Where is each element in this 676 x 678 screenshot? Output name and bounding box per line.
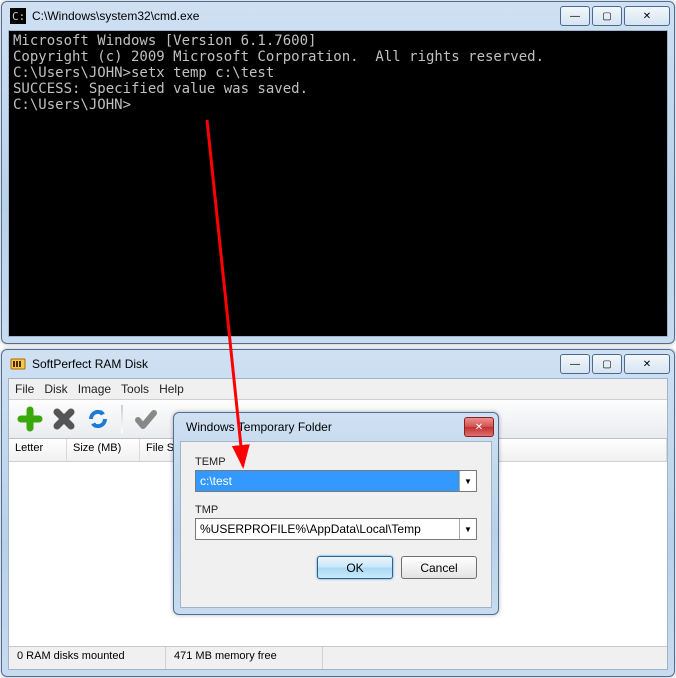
menubar: File Disk Image Tools Help (9, 379, 667, 400)
dialog-titlebar[interactable]: Windows Temporary Folder ✕ (174, 413, 498, 441)
status-mounted: 0 RAM disks mounted (9, 647, 166, 669)
cmd-line: C:\Users\JOHN>setx temp c:\test (13, 65, 663, 81)
maximize-button[interactable]: ▢ (592, 6, 622, 26)
chevron-down-icon[interactable]: ▼ (459, 519, 476, 539)
column-letter[interactable]: Letter (9, 439, 67, 461)
dialog-body: TEMP ▼ TMP ▼ OK Cancel (180, 441, 492, 608)
add-button[interactable] (15, 404, 45, 434)
cmd-terminal[interactable]: Microsoft Windows [Version 6.1.7600] Cop… (8, 30, 668, 337)
tmp-label: TMP (195, 504, 477, 516)
menu-tools[interactable]: Tools (121, 382, 149, 396)
chevron-down-icon[interactable]: ▼ (459, 471, 476, 491)
maximize-button[interactable]: ▢ (592, 354, 622, 374)
temp-combobox[interactable]: ▼ (195, 470, 477, 492)
check-button[interactable] (131, 404, 161, 434)
cancel-button[interactable]: Cancel (401, 556, 477, 579)
delete-button[interactable] (49, 404, 79, 434)
column-size[interactable]: Size (MB) (67, 439, 140, 461)
cmd-icon: C:\ (10, 8, 26, 24)
svg-text:C:\: C:\ (12, 10, 26, 23)
softperfect-titlebar[interactable]: SoftPerfect RAM Disk — ▢ ✕ (2, 350, 674, 378)
temp-folder-dialog: Windows Temporary Folder ✕ TEMP ▼ TMP ▼ … (173, 412, 499, 615)
minimize-button[interactable]: — (560, 354, 590, 374)
status-memory: 471 MB memory free (166, 647, 323, 669)
dialog-title: Windows Temporary Folder (182, 420, 464, 434)
statusbar: 0 RAM disks mounted 471 MB memory free (9, 646, 667, 669)
cmd-line: C:\Users\JOHN> (13, 97, 663, 113)
cmd-line: Copyright (c) 2009 Microsoft Corporation… (13, 49, 663, 65)
dialog-window-controls: ✕ (464, 417, 494, 437)
cmd-line: Microsoft Windows [Version 6.1.7600] (13, 33, 663, 49)
ramdisk-icon (10, 356, 26, 372)
menu-help[interactable]: Help (159, 382, 184, 396)
cmd-title: C:\Windows\system32\cmd.exe (32, 9, 560, 23)
cmd-window-controls: — ▢ ✕ (560, 6, 670, 26)
softperfect-title: SoftPerfect RAM Disk (32, 357, 560, 371)
menu-file[interactable]: File (15, 382, 34, 396)
close-button[interactable]: ✕ (624, 6, 670, 26)
cmd-titlebar[interactable]: C:\ C:\Windows\system32\cmd.exe — ▢ ✕ (2, 2, 674, 30)
dialog-buttons: OK Cancel (195, 556, 477, 579)
menu-image[interactable]: Image (78, 382, 111, 396)
close-button[interactable]: ✕ (624, 354, 670, 374)
temp-label: TEMP (195, 456, 477, 468)
tmp-input[interactable] (196, 519, 459, 539)
cmd-line: SUCCESS: Specified value was saved. (13, 81, 663, 97)
softperfect-window-controls: — ▢ ✕ (560, 354, 670, 374)
menu-disk[interactable]: Disk (44, 382, 67, 396)
tmp-combobox[interactable]: ▼ (195, 518, 477, 540)
close-button[interactable]: ✕ (464, 417, 494, 437)
refresh-button[interactable] (83, 404, 113, 434)
toolbar-separator (121, 405, 123, 433)
minimize-button[interactable]: — (560, 6, 590, 26)
temp-input[interactable] (196, 471, 459, 491)
ok-button[interactable]: OK (317, 556, 393, 579)
cmd-window: C:\ C:\Windows\system32\cmd.exe — ▢ ✕ Mi… (1, 1, 675, 344)
